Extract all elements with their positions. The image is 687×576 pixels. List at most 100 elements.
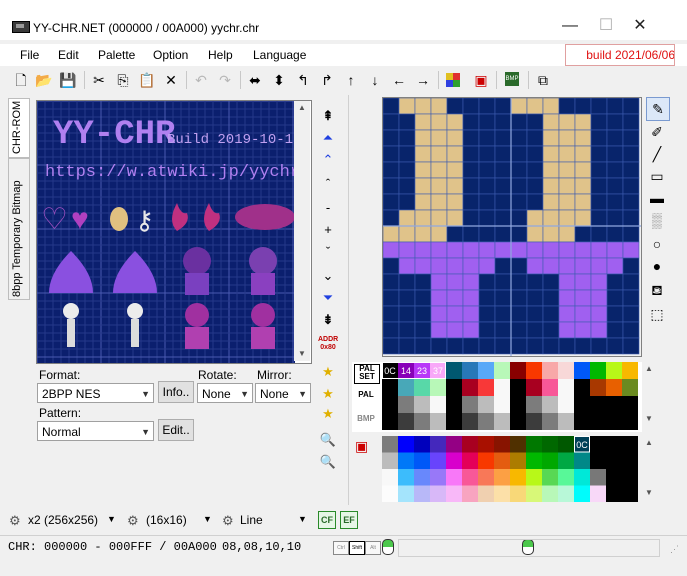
- palette-swatch[interactable]: [446, 396, 462, 413]
- master-palette-swatch[interactable]: [398, 485, 414, 503]
- redo-icon[interactable]: ↷: [216, 71, 234, 89]
- bookmark-star-icon[interactable]: ★: [318, 362, 338, 382]
- palette-set-grid[interactable]: 0C 14 23 37: [382, 362, 640, 430]
- page-down-icon[interactable]: ⏷: [318, 288, 338, 308]
- pixel-cell[interactable]: [382, 305, 400, 323]
- palette-swatch[interactable]: [494, 362, 510, 379]
- chevron-down-icon[interactable]: ▼: [107, 514, 116, 524]
- pixel-cell[interactable]: [542, 129, 560, 147]
- pixel-cell[interactable]: [622, 289, 640, 307]
- pixel-cell[interactable]: [446, 177, 464, 195]
- pixel-cell[interactable]: [558, 257, 576, 275]
- pixel-cell[interactable]: [462, 113, 480, 131]
- pixel-cell[interactable]: [622, 305, 640, 323]
- external-link-icon[interactable]: ⧉: [534, 71, 552, 89]
- menu-language[interactable]: Language: [253, 48, 306, 62]
- pixel-cell[interactable]: [494, 113, 512, 131]
- pixel-cell[interactable]: [462, 161, 480, 179]
- fast-down-icon[interactable]: ⌄: [318, 266, 338, 286]
- palette-swatch[interactable]: [510, 396, 526, 413]
- cut-icon[interactable]: ✂: [90, 71, 108, 89]
- pattern-fill-tool-icon[interactable]: ▒: [646, 209, 668, 231]
- pixel-cell[interactable]: [526, 257, 544, 275]
- pixel-cell[interactable]: [622, 241, 640, 259]
- pixel-cell[interactable]: [398, 113, 416, 131]
- pixel-cell[interactable]: [414, 337, 432, 355]
- master-palette-swatch[interactable]: [622, 485, 638, 503]
- delete-icon[interactable]: ✕: [162, 71, 180, 89]
- master-palette-swatch[interactable]: [622, 469, 638, 486]
- pixel-cell[interactable]: [398, 193, 416, 211]
- palette-grid-icon[interactable]: [446, 73, 460, 87]
- pixel-cell[interactable]: [606, 209, 624, 227]
- pixel-cell[interactable]: [446, 193, 464, 211]
- shift-left-icon[interactable]: ←: [390, 71, 408, 89]
- master-palette-swatch[interactable]: [462, 469, 478, 486]
- pixel-cell[interactable]: [462, 145, 480, 163]
- pixel-cell[interactable]: [382, 289, 400, 307]
- master-palette-swatch[interactable]: [382, 452, 398, 470]
- chevron-down-icon[interactable]: ▼: [203, 514, 212, 524]
- scroll-down-arrow-icon[interactable]: ▼: [645, 488, 653, 497]
- pixel-cell[interactable]: [574, 289, 592, 307]
- pixel-cell[interactable]: [382, 337, 400, 355]
- master-palette-swatch[interactable]: [398, 452, 414, 470]
- palette-swatch[interactable]: [462, 362, 478, 379]
- pixel-cell[interactable]: [398, 321, 416, 339]
- pixel-cell[interactable]: [446, 241, 464, 259]
- copy-icon[interactable]: ⎘: [114, 71, 132, 89]
- palette-swatch[interactable]: [478, 379, 494, 396]
- palette-swatch[interactable]: [622, 396, 638, 413]
- pixel-cell[interactable]: [398, 209, 416, 227]
- info-button[interactable]: Info..: [158, 381, 194, 403]
- pixel-cell[interactable]: [606, 337, 624, 355]
- palette-swatch[interactable]: [478, 362, 494, 379]
- pixel-cell[interactable]: [494, 129, 512, 147]
- pixel-cell[interactable]: [510, 177, 528, 195]
- palette-swatch[interactable]: [382, 379, 398, 396]
- pixel-cell[interactable]: [462, 337, 480, 355]
- pixel-cell[interactable]: [430, 193, 448, 211]
- tab-chr-rom[interactable]: CHR-ROM: [8, 98, 30, 158]
- pal-set-button[interactable]: PAL SET: [354, 364, 380, 384]
- pixel-cell[interactable]: [494, 145, 512, 163]
- pixel-cell[interactable]: [526, 241, 544, 259]
- pixel-cell[interactable]: [574, 321, 592, 339]
- pixel-cell[interactable]: [574, 129, 592, 147]
- pixel-cell[interactable]: [526, 273, 544, 291]
- line-tool-icon[interactable]: ╱: [646, 143, 668, 165]
- pixel-cell[interactable]: [542, 305, 560, 323]
- palette-swatch[interactable]: [510, 362, 526, 379]
- pixel-cell[interactable]: [526, 113, 544, 131]
- pixel-cell[interactable]: [574, 273, 592, 291]
- pixel-cell[interactable]: [558, 273, 576, 291]
- rectangle-tool-icon[interactable]: ▭: [646, 165, 668, 187]
- master-palette-swatch[interactable]: [494, 469, 510, 486]
- pixel-cell[interactable]: [558, 113, 576, 131]
- palette-swatch[interactable]: [558, 379, 574, 396]
- pixel-cell[interactable]: [414, 257, 432, 275]
- save-icon[interactable]: 💾: [59, 71, 77, 89]
- pixel-cell[interactable]: [510, 241, 528, 259]
- pixel-cell[interactable]: [574, 193, 592, 211]
- pixel-cell[interactable]: [622, 273, 640, 291]
- pixel-cell[interactable]: [558, 225, 576, 243]
- mirror-select[interactable]: None ▼: [255, 383, 311, 403]
- palette-swatch[interactable]: [542, 396, 558, 413]
- pixel-cell[interactable]: [542, 161, 560, 179]
- pixel-cell[interactable]: [462, 97, 480, 115]
- pixel-cell[interactable]: [414, 321, 432, 339]
- select-tool-icon[interactable]: ⬚: [646, 303, 668, 325]
- pixel-cell[interactable]: [590, 129, 608, 147]
- menu-option[interactable]: Option: [153, 48, 188, 62]
- pixel-cell[interactable]: [446, 161, 464, 179]
- pixel-cell[interactable]: [478, 225, 496, 243]
- pixel-cell[interactable]: [510, 193, 528, 211]
- pixel-cell[interactable]: [446, 321, 464, 339]
- palette-swatch[interactable]: [606, 379, 622, 396]
- pixel-cell[interactable]: [590, 225, 608, 243]
- pixel-cell[interactable]: [606, 225, 624, 243]
- pixel-cell[interactable]: [574, 145, 592, 163]
- pixel-cell[interactable]: [606, 289, 624, 307]
- paste-icon[interactable]: 📋: [138, 71, 156, 89]
